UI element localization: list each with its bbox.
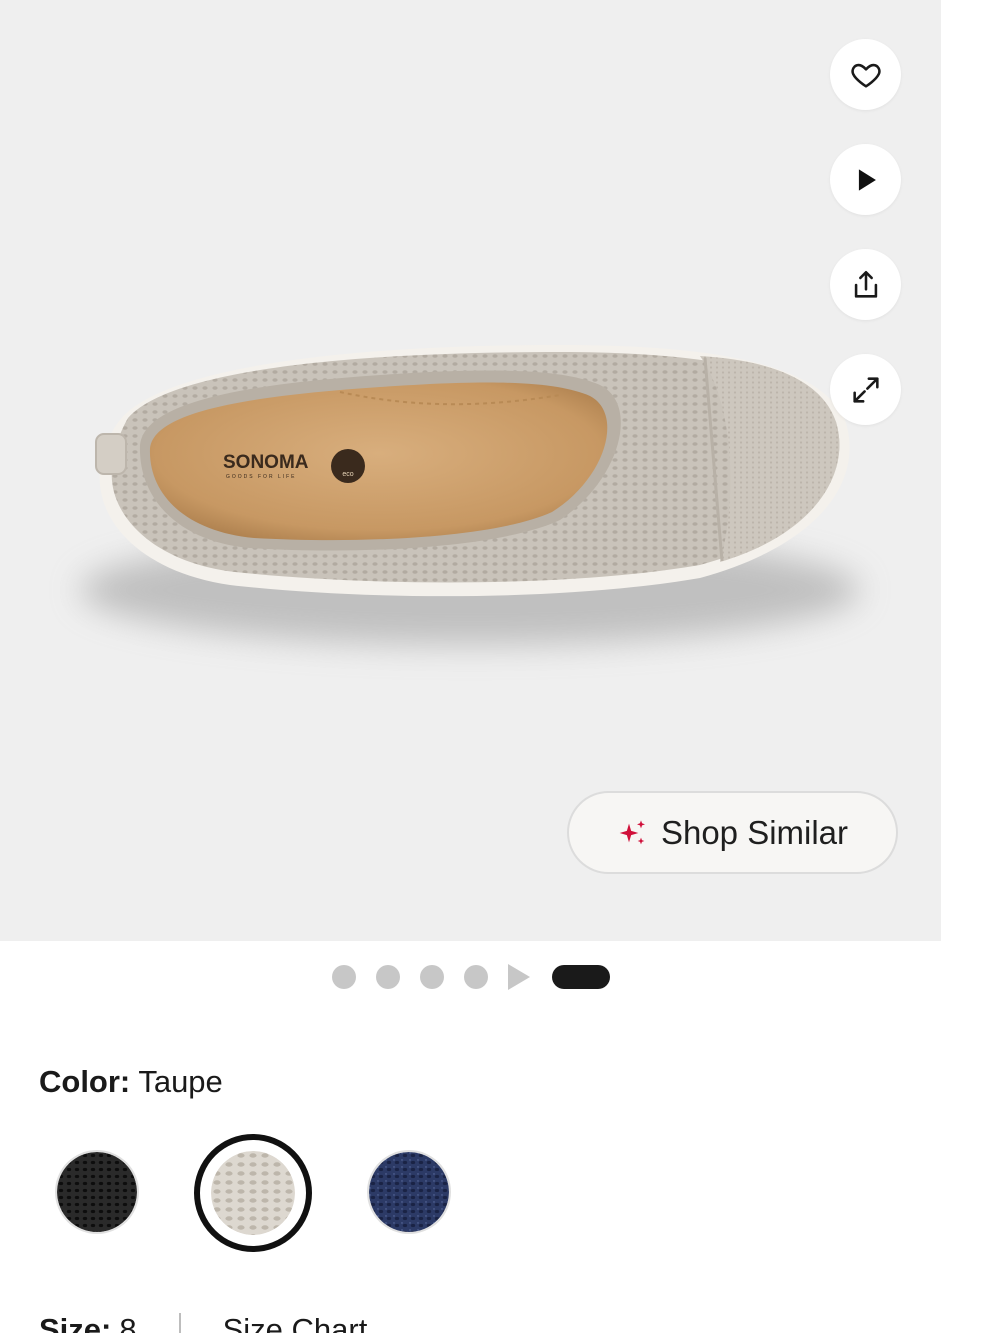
carousel-dot-active[interactable] xyxy=(552,965,610,989)
favorite-button[interactable] xyxy=(830,39,901,110)
size-value: 8 xyxy=(119,1312,137,1333)
size-divider xyxy=(178,1313,181,1333)
color-swatch-black[interactable] xyxy=(55,1150,139,1234)
carousel-indicator xyxy=(332,964,610,990)
shop-similar-button[interactable]: Shop Similar xyxy=(567,791,898,874)
share-button[interactable] xyxy=(830,249,901,320)
size-chart-link[interactable]: Size Chart xyxy=(223,1312,368,1333)
expand-button[interactable] xyxy=(830,354,901,425)
color-swatch-taupe-selected[interactable] xyxy=(194,1134,312,1252)
insole-badge-text: eco xyxy=(342,471,353,478)
carousel-dot-3[interactable] xyxy=(420,965,444,989)
insole-tagline-text: GOODS FOR LIFE xyxy=(226,474,297,480)
expand-icon xyxy=(852,376,879,403)
color-swatch-navy[interactable] xyxy=(367,1150,451,1234)
sparkle-icon xyxy=(619,819,645,844)
navy-knit-texture xyxy=(369,1152,449,1232)
play-video-button[interactable] xyxy=(830,144,901,215)
carousel-video-play-icon[interactable] xyxy=(508,964,530,990)
insole-brand-text: SONOMA xyxy=(223,452,309,473)
taupe-knit-texture xyxy=(211,1151,295,1235)
play-icon xyxy=(858,168,876,191)
black-knit-texture xyxy=(57,1152,137,1232)
color-label: Color: xyxy=(39,1064,131,1099)
carousel-dot-2[interactable] xyxy=(376,965,400,989)
share-icon xyxy=(854,270,877,298)
size-row: Size: 8 Size Chart xyxy=(39,1312,367,1333)
carousel-dot-4[interactable] xyxy=(464,965,488,989)
color-selection-label: Color: Taupe xyxy=(39,1064,223,1100)
size-label: Size: xyxy=(39,1312,112,1333)
product-image-gallery[interactable]: SONOMA GOODS FOR LIFE eco Shop Similar xyxy=(0,0,941,941)
carousel-dot-1[interactable] xyxy=(332,965,356,989)
heart-icon xyxy=(850,63,881,88)
shop-similar-label: Shop Similar xyxy=(660,813,849,851)
color-value: Taupe xyxy=(138,1064,223,1099)
